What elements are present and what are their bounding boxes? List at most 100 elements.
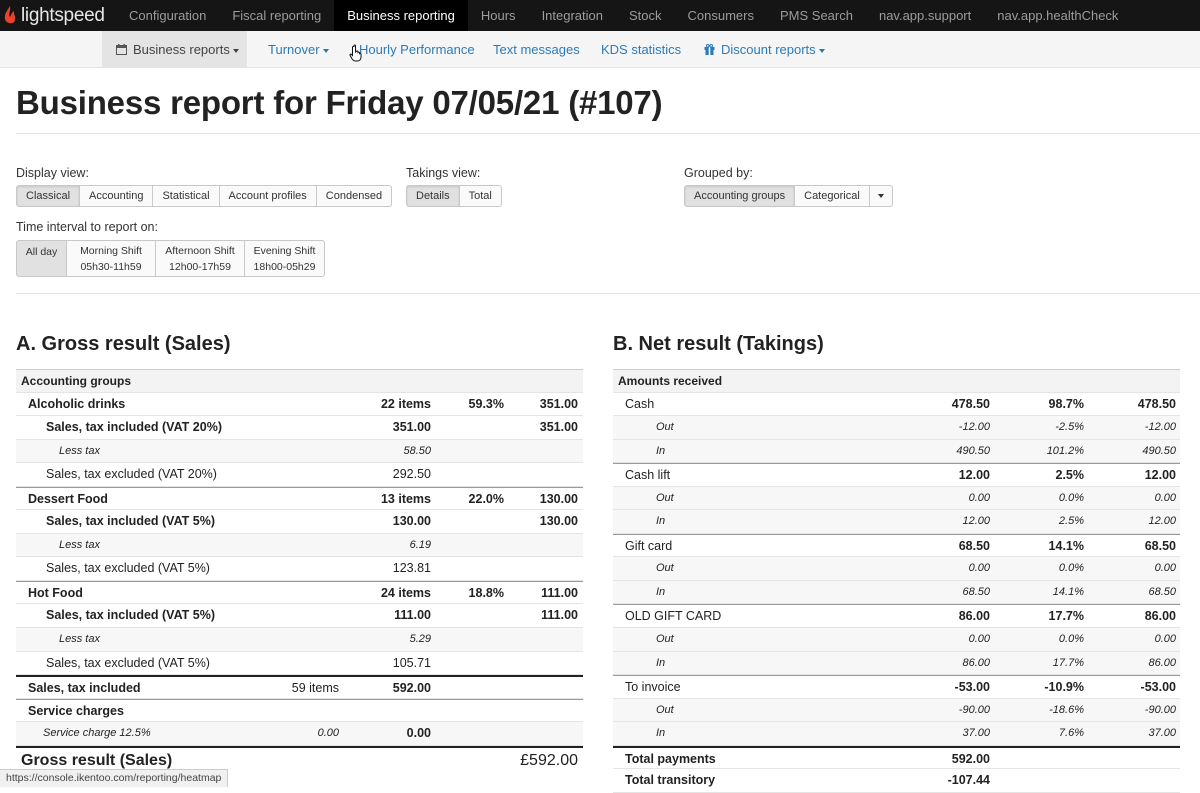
chevron-down-icon: [323, 49, 329, 53]
time-morning-shift-button[interactable]: Morning Shift05h30-11h59: [67, 240, 156, 277]
row-col-amount: 68.50: [959, 535, 990, 558]
business-reports-label: Business reports: [133, 42, 230, 57]
net-result-title: B. Net result (Takings): [613, 333, 824, 356]
row-label: In: [656, 510, 665, 533]
row-col-percent: 17.7%: [1053, 652, 1084, 675]
row-label: Dessert Food: [28, 488, 108, 511]
table-row: Sales, tax excluded (VAT 5%)105.71: [16, 652, 583, 676]
row-label: Total transitory: [625, 769, 715, 792]
title-divider: [16, 133, 1200, 134]
time-afternoon-shift-button[interactable]: Afternoon Shift12h00-17h59: [156, 240, 245, 277]
display-condensed-button[interactable]: Condensed: [317, 185, 392, 207]
table-row: In68.5014.1%68.50: [613, 581, 1180, 605]
row-label: In: [656, 722, 665, 745]
row-col-amount: 0.00: [969, 628, 990, 651]
row-col-value: 351.00: [393, 416, 431, 439]
flame-logo-icon: [2, 5, 18, 27]
grouped-dropdown-toggle[interactable]: [870, 185, 893, 207]
topnav-configuration[interactable]: Configuration: [116, 0, 219, 31]
table-row: Service charge 12.5%0.000.00: [16, 722, 583, 746]
table-row: In86.0017.7%86.00: [613, 652, 1180, 676]
table-row: Alcoholic drinks22 items59.3%351.00: [16, 393, 583, 417]
calendar-icon: [116, 44, 127, 55]
takings-total-button[interactable]: Total: [460, 185, 502, 207]
table-row: Sales, tax excluded (VAT 20%)292.50: [16, 463, 583, 487]
row-col-total: 478.50: [1138, 393, 1176, 416]
page-title: Business report for Friday 07/05/21 (#10…: [16, 84, 662, 122]
row-col-value: 22 items: [381, 393, 431, 416]
discount-reports-label: Discount reports: [721, 42, 816, 57]
grouped-accounting-groups-button[interactable]: Accounting groups: [684, 185, 795, 207]
topnav-hours[interactable]: Hours: [468, 0, 529, 31]
lightspeed-logo[interactable]: lightspeed: [2, 0, 114, 31]
row-col-percent: 101.2%: [1047, 440, 1084, 463]
row-col-value: 292.50: [393, 463, 431, 486]
row-col-value: 24 items: [381, 582, 431, 605]
row-label: Out: [656, 628, 674, 651]
topnav-pms-search[interactable]: PMS Search: [767, 0, 866, 31]
discount-reports-menu[interactable]: Discount reports: [704, 31, 825, 68]
topnav-integration[interactable]: Integration: [529, 0, 616, 31]
display-statistical-button[interactable]: Statistical: [153, 185, 219, 207]
kds-statistics-link[interactable]: KDS statistics: [601, 31, 681, 68]
display-account-profiles-button[interactable]: Account profiles: [220, 185, 317, 207]
row-col-value: 0.00: [407, 722, 431, 745]
row-label: In: [656, 440, 665, 463]
time-all-day-button[interactable]: All day: [16, 240, 67, 277]
row-col-total: 86.00: [1148, 652, 1176, 675]
chevron-down-icon: [878, 194, 884, 198]
hand-cursor-icon: [349, 44, 363, 62]
row-label: Cash: [625, 393, 654, 416]
row-col-amount: 12.00: [962, 510, 990, 533]
text-messages-link[interactable]: Text messages: [493, 31, 580, 68]
row-label: Sales, tax excluded (VAT 5%): [46, 652, 210, 675]
chevron-down-icon: [819, 49, 825, 53]
row-col-amount: -90.00: [959, 699, 990, 722]
display-classical-button[interactable]: Classical: [16, 185, 80, 207]
row-label: Total payments: [625, 748, 716, 771]
table-row: In490.50101.2%490.50: [613, 440, 1180, 464]
row-col-percent: -10.9%: [1044, 676, 1084, 699]
row-col-percent: 14.1%: [1053, 581, 1084, 604]
row-label: Sales, tax included (VAT 20%): [46, 416, 222, 439]
row-label: Out: [656, 699, 674, 722]
table-row: Cash lift12.002.5%12.00: [613, 463, 1180, 487]
table-row: Sales, tax included (VAT 5%)130.00130.00: [16, 510, 583, 534]
row-col-total: 12.00: [1148, 510, 1176, 533]
grouped-by-label: Grouped by:: [684, 166, 753, 180]
gross-result-value: £592.00: [520, 748, 578, 774]
row-label: Service charges: [28, 700, 124, 723]
time-evening-shift-button[interactable]: Evening Shift18h00-05h29: [245, 240, 325, 277]
row-label: Sales, tax included (VAT 5%): [46, 510, 215, 533]
row-col-amount: 490.50: [956, 440, 990, 463]
row-col-amount: 86.00: [959, 605, 990, 628]
display-accounting-button[interactable]: Accounting: [80, 185, 153, 207]
table-row: Gift card68.5014.1%68.50: [613, 534, 1180, 558]
row-col-amount: 0.00: [969, 557, 990, 580]
row-col-total: -90.00: [1145, 699, 1176, 722]
row-col-amount: 68.50: [962, 581, 990, 604]
hourly-performance-link[interactable]: Hourly Performance: [359, 31, 475, 68]
takings-details-button[interactable]: Details: [406, 185, 460, 207]
topnav-fiscal-reporting[interactable]: Fiscal reporting: [219, 0, 334, 31]
grouped-categorical-button[interactable]: Categorical: [795, 185, 870, 207]
row-col-value: 6.19: [410, 534, 431, 557]
row-col-total: 351.00: [540, 393, 578, 416]
business-reports-menu[interactable]: Business reports: [102, 31, 247, 68]
row-col-count: 59 items: [292, 677, 339, 700]
table-row: Cash478.5098.7%478.50: [613, 393, 1180, 417]
topnav-stock[interactable]: Stock: [616, 0, 675, 31]
row-col-total: 0.00: [1155, 557, 1176, 580]
topnav-business-reporting[interactable]: Business reporting: [334, 0, 468, 31]
topnav-consumers[interactable]: Consumers: [675, 0, 767, 31]
row-col-amount: -107.44: [948, 769, 990, 792]
topnav-nav-app-healthcheck[interactable]: nav.app.healthCheck: [984, 0, 1131, 31]
turnover-menu[interactable]: Turnover: [268, 31, 329, 68]
row-label: In: [656, 652, 665, 675]
table-row: Out0.000.0%0.00: [613, 487, 1180, 511]
gross-result-title: A. Gross result (Sales): [16, 333, 231, 356]
table-row: In12.002.5%12.00: [613, 510, 1180, 534]
topnav-nav-app-support[interactable]: nav.app.support: [866, 0, 984, 31]
table-row: To invoice-53.00-10.9%-53.00: [613, 675, 1180, 699]
row-col-amount: -12.00: [959, 416, 990, 439]
